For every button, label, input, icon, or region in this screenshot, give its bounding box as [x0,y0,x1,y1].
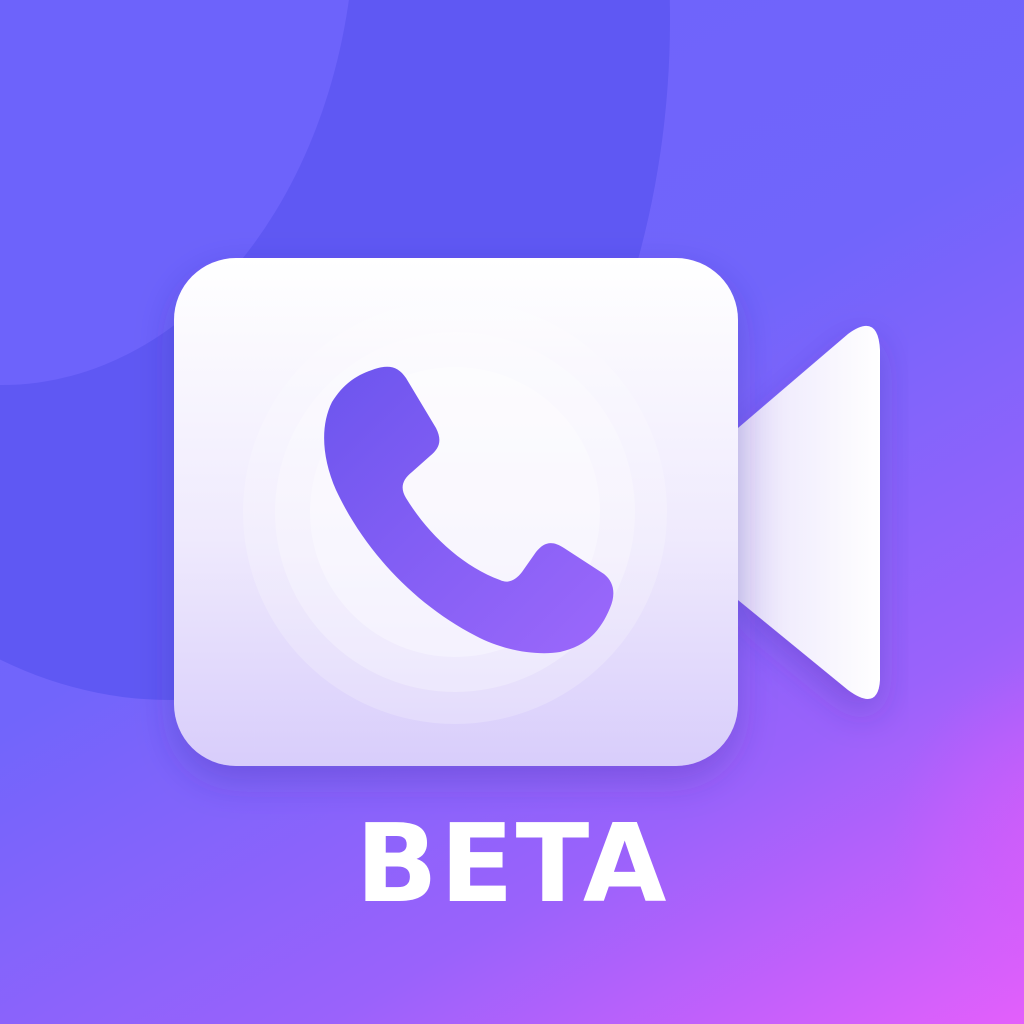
camera-lens-shape [738,325,880,699]
beta-label: BETA [355,802,669,927]
app-icon: BETA [0,0,1024,1024]
